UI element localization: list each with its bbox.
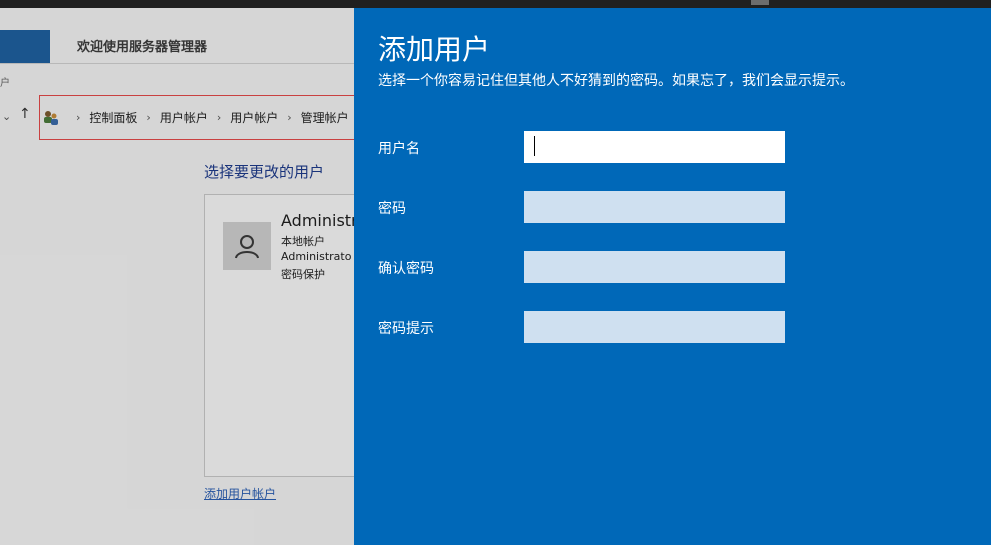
password-label: 密码	[378, 201, 406, 217]
username-input[interactable]	[524, 131, 785, 163]
add-user-panel: 添加用户 选择一个你容易记住但其他人不好猜到的密码。如果忘了，我们会显示提示。 …	[354, 8, 991, 545]
window-top-bar	[0, 0, 991, 8]
username-label: 用户名	[378, 141, 420, 157]
confirm-password-input[interactable]	[524, 251, 785, 283]
password-hint-label: 密码提示	[378, 321, 434, 337]
panel-title: 添加用户	[378, 33, 491, 66]
background-dim-overlay	[0, 8, 354, 545]
drag-handle[interactable]	[751, 0, 769, 5]
password-hint-input[interactable]	[524, 311, 785, 343]
password-input[interactable]	[524, 191, 785, 223]
confirm-password-label: 确认密码	[378, 261, 434, 277]
text-caret	[534, 136, 535, 156]
panel-subtitle: 选择一个你容易记住但其他人不好猜到的密码。如果忘了，我们会显示提示。	[378, 73, 854, 89]
